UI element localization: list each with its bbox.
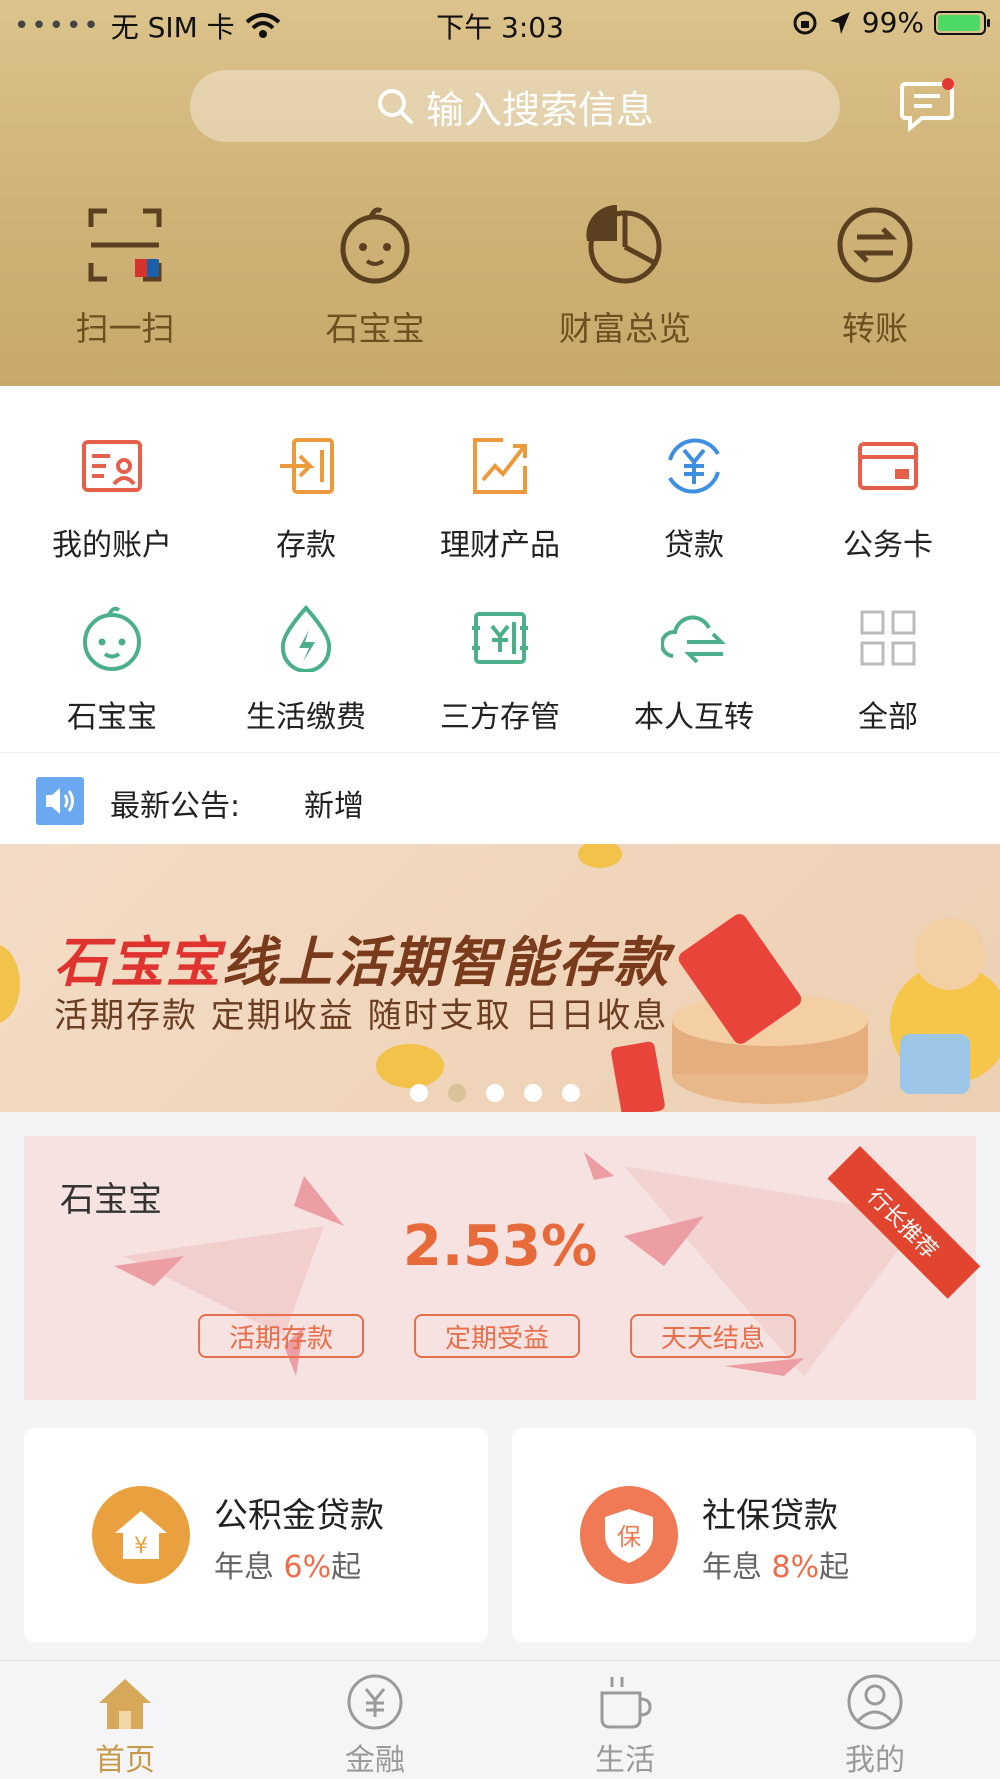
announcement-text: 新增 [304, 789, 364, 824]
announcement-label: 最新公告: [110, 789, 241, 824]
loan-rate: 年息 8%起 [702, 1550, 850, 1585]
product-rate: 2.53% [402, 1214, 598, 1279]
unread-dot [942, 78, 954, 90]
carousel-dot[interactable] [486, 1084, 504, 1102]
tag-fixed-benefit: 定期受益 [414, 1314, 580, 1358]
transfer-icon [837, 207, 913, 283]
svg-text:保: 保 [617, 1523, 641, 1551]
loan-title: 社保贷款 [702, 1496, 838, 1536]
housing-fund-loan-card[interactable]: ¥ 公积金贷款 年息 6%起 [24, 1428, 488, 1642]
service-wealth-products[interactable]: 理财产品 [400, 416, 600, 564]
promo-banner[interactable]: 石宝宝线上活期智能存款 活期存款 定期收益 随时支取 日日收息 [0, 844, 1000, 1112]
lightning-drop-icon [280, 604, 332, 672]
svg-text:¥: ¥ [134, 1534, 148, 1559]
quick-action-shibaobao[interactable]: 石宝宝 [250, 190, 500, 350]
shield-icon: 保 [580, 1486, 678, 1584]
service-self-transfer[interactable]: 本人互转 [594, 588, 794, 736]
tab-life[interactable]: 生活 [500, 1661, 750, 1779]
social-security-loan-card[interactable]: 保 社保贷款 年息 8%起 [512, 1428, 976, 1642]
quick-action-wealth-overview[interactable]: 财富总览 [500, 190, 750, 350]
banner-title: 石宝宝线上活期智能存款 [54, 931, 670, 994]
service-grid: 我的账户 存款 理财产品 贷款 公务卡 石宝宝 生活缴费 三方存管 本人互转 全… [0, 386, 1000, 752]
quick-action-scan[interactable]: 扫一扫 [0, 190, 250, 350]
tab-mine[interactable]: 我的 [750, 1661, 1000, 1779]
battery-percent: 99% [861, 6, 924, 39]
speaker-icon [36, 777, 84, 825]
service-loan[interactable]: 贷款 [594, 416, 794, 564]
yuan-coin-icon [347, 1674, 403, 1730]
bottom-tab-bar: 首页 金融 生活 我的 [0, 1660, 1000, 1779]
user-icon [847, 1674, 903, 1730]
loan-rate: 年息 6%起 [214, 1550, 362, 1585]
tab-home[interactable]: 首页 [0, 1661, 250, 1779]
message-button[interactable] [898, 78, 956, 134]
trend-chart-icon [473, 438, 527, 494]
service-official-card[interactable]: 公务卡 [788, 416, 988, 564]
tag-daily-interest: 天天结息 [630, 1314, 796, 1358]
house-icon: ¥ [92, 1486, 190, 1584]
baby-face-icon [340, 207, 410, 284]
search-placeholder: 输入搜索信息 [425, 87, 654, 132]
cloud-transfer-icon [661, 615, 726, 664]
quick-action-transfer[interactable]: 转账 [750, 190, 1000, 350]
battery-icon [934, 10, 990, 35]
banner-subtitle: 活期存款 定期收益 随时支取 日日收息 [54, 996, 669, 1036]
yuan-cycle-icon [668, 438, 720, 494]
baby-face-icon [83, 606, 141, 671]
quick-actions: 扫一扫 石宝宝 财富总览 转账 [0, 190, 1000, 350]
loan-title: 公积金贷款 [214, 1496, 384, 1536]
service-my-account[interactable]: 我的账户 [12, 416, 212, 564]
service-deposit[interactable]: 存款 [206, 416, 406, 564]
deposit-icon [280, 438, 334, 494]
search-icon [377, 89, 413, 124]
custody-icon [472, 612, 528, 664]
grid-icon [860, 610, 916, 666]
service-utility-payment[interactable]: 生活缴费 [206, 588, 406, 736]
carousel-dot[interactable] [562, 1084, 580, 1102]
product-tags: 活期存款 定期受益 天天结息 [198, 1314, 796, 1358]
tag-demand-deposit: 活期存款 [198, 1314, 364, 1358]
search-bar[interactable]: 输入搜索信息 [190, 70, 840, 142]
announcement-bar[interactable]: 最新公告: 新增 [0, 752, 1000, 845]
service-third-party-custody[interactable]: 三方存管 [400, 588, 600, 736]
service-shibaobao[interactable]: 石宝宝 [12, 588, 212, 736]
pie-chart-icon [586, 205, 662, 284]
carousel-indicator [410, 1084, 580, 1102]
scan-icon [88, 208, 162, 282]
coffee-cup-icon [600, 1677, 652, 1729]
card-icon [858, 442, 918, 490]
status-bar: ••••• 无 SIM 卡 下午 3:03 99% [0, 0, 1000, 48]
carousel-dot[interactable] [448, 1084, 466, 1102]
location-icon [829, 11, 850, 34]
carousel-dot[interactable] [410, 1084, 428, 1102]
header: ••••• 无 SIM 卡 下午 3:03 99% 输入搜索信息 扫一扫 石宝宝… [0, 0, 1000, 386]
tab-finance[interactable]: 金融 [250, 1661, 500, 1779]
account-card-icon [82, 440, 142, 492]
carousel-dot[interactable] [524, 1084, 542, 1102]
rotation-lock-icon [793, 11, 817, 34]
home-icon [99, 1679, 151, 1729]
service-all[interactable]: 全部 [788, 588, 988, 736]
